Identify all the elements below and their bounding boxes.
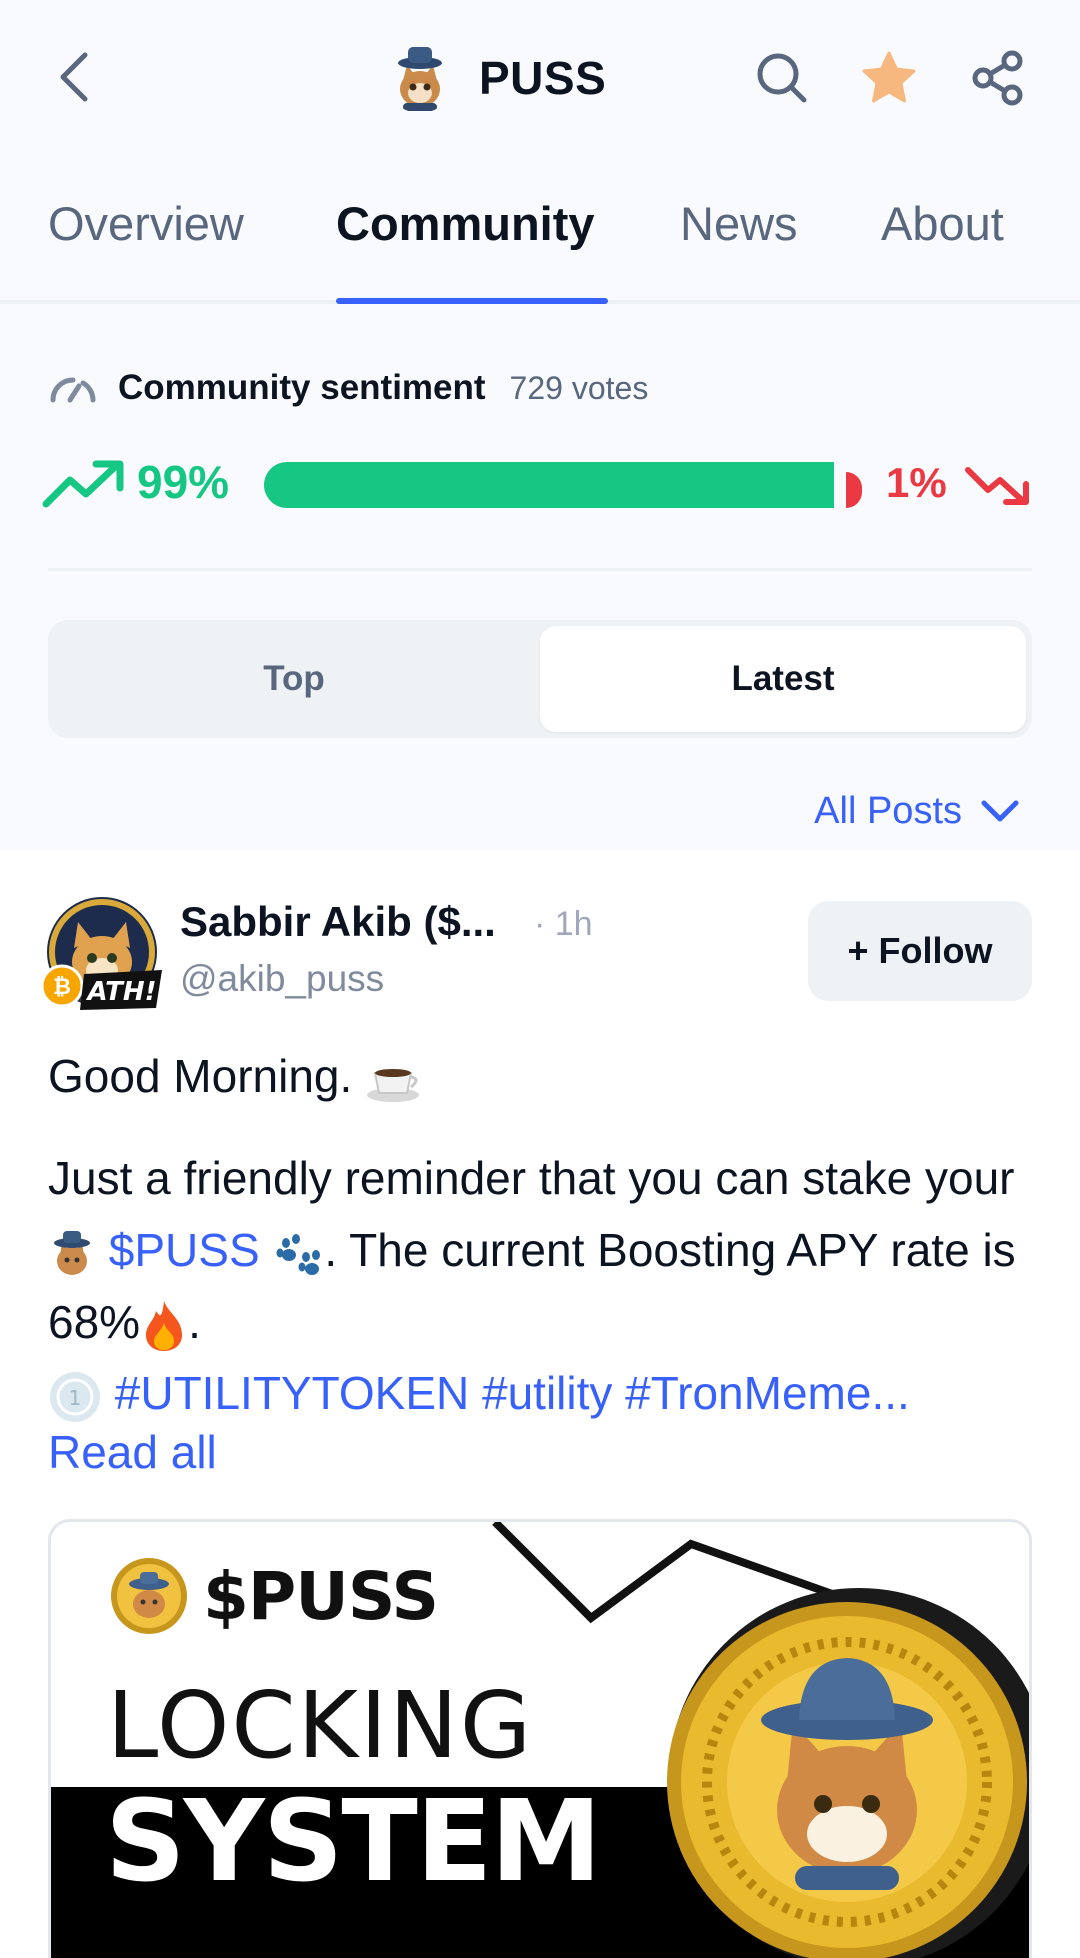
tab-overview[interactable]: Overview <box>48 196 244 300</box>
active-tab-indicator <box>336 298 608 304</box>
post-hashtags: 1 #UTILITYTOKEN #utility #TronMeme... <box>48 1363 910 1424</box>
promo-line-locking: LOCKING <box>107 1672 534 1779</box>
ath-badge: ₿ ATH! <box>40 964 162 1010</box>
share-icon <box>972 50 1023 106</box>
watchlist-star-button[interactable] <box>859 48 919 108</box>
puss-coin-icon <box>111 1558 187 1634</box>
svg-text:₿: ₿ <box>53 975 71 1000</box>
filter-label: All Posts <box>814 790 962 832</box>
coffee-icon <box>367 1068 420 1102</box>
post-greeting: Good Morning. <box>48 1040 1038 1112</box>
post-body: Just a friendly reminder that you can st… <box>48 1142 1038 1358</box>
star-icon <box>862 51 916 103</box>
bearish-percent: 1% <box>886 459 947 506</box>
segment-top[interactable]: Top <box>54 626 534 732</box>
fire-icon <box>146 1300 183 1351</box>
promo-line-system: SYSTEM <box>105 1777 602 1907</box>
header: PUSS <box>0 0 1080 150</box>
back-icon <box>60 52 88 102</box>
post-author-name[interactable]: Sabbir Akib ($... <box>180 898 496 946</box>
divider <box>48 568 1032 571</box>
back-button[interactable] <box>48 48 100 106</box>
bullish-percent: 99% <box>137 456 230 508</box>
tab-news[interactable]: News <box>680 196 798 300</box>
trending-down-icon <box>965 467 1029 505</box>
post-author-handle[interactable]: @akib_puss <box>180 958 384 1000</box>
promo-brand-text: $PUSS <box>203 1557 439 1635</box>
coin-token-icon: 1 <box>50 1371 100 1422</box>
tab-community[interactable]: Community <box>336 196 595 300</box>
vote-count: 729 votes <box>509 369 649 406</box>
gauge-icon <box>50 377 96 403</box>
page-title: PUSS <box>479 52 607 104</box>
sentiment-label: Community sentiment <box>118 368 486 407</box>
paw-prints-icon <box>276 1233 321 1275</box>
post-image[interactable]: $PUSS LOCKING SYSTEM <box>48 1519 1032 1958</box>
puss-cat-logo-icon <box>398 47 442 111</box>
segment-latest[interactable]: Latest <box>540 626 1026 732</box>
post-time: · 1h <box>534 905 593 943</box>
chevron-down-icon <box>981 800 1019 821</box>
posts-filter-dropdown[interactable]: All Posts <box>814 790 1020 833</box>
read-all-link[interactable]: Read all <box>48 1425 217 1479</box>
ticker-link[interactable]: $PUSS <box>109 1224 260 1276</box>
tab-about[interactable]: About <box>881 196 1004 300</box>
trending-up-icon <box>42 460 124 508</box>
sentiment-header: Community sentiment 729 votes <box>48 366 648 410</box>
coin-title: PUSS <box>385 40 606 116</box>
bullish-bar <box>264 462 834 508</box>
svg-text:ATH!: ATH! <box>86 977 157 1007</box>
tab-bar: Overview Community News About <box>0 196 1080 304</box>
search-button[interactable] <box>752 48 812 108</box>
search-icon <box>757 53 807 103</box>
hashtag-links[interactable]: #UTILITYTOKEN #utility #TronMeme... <box>115 1367 910 1419</box>
follow-button[interactable]: + Follow <box>808 901 1032 1001</box>
sort-segmented-control: Top Latest <box>48 620 1032 738</box>
svg-text:1: 1 <box>69 1386 82 1410</box>
share-button[interactable] <box>968 48 1028 108</box>
puss-cat-emoji-icon <box>54 1230 90 1275</box>
promo-brand: $PUSS <box>109 1556 439 1636</box>
